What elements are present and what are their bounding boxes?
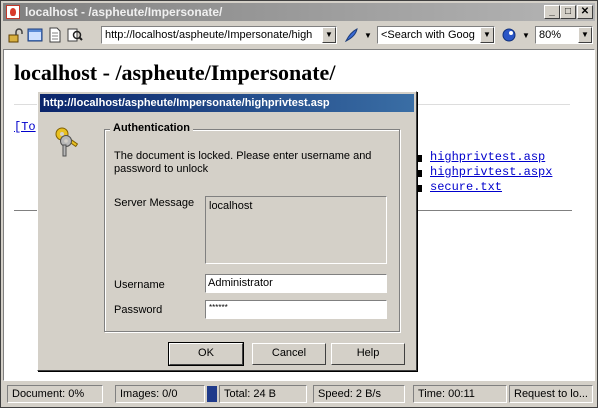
status-total: Total: 24 B xyxy=(219,385,307,403)
document-icon[interactable] xyxy=(47,27,63,43)
unlock-icon[interactable] xyxy=(7,27,23,43)
help-button[interactable]: Help xyxy=(331,343,405,365)
close-button[interactable]: ✕ xyxy=(577,5,593,19)
file-link-highprivtest-aspx[interactable]: highprivtest.aspx xyxy=(430,165,552,179)
chevron-down-icon[interactable]: ▼ xyxy=(322,27,336,43)
opera-icon xyxy=(6,5,20,19)
password-field[interactable]: ****** xyxy=(205,300,387,319)
status-time: Time: 00:11 xyxy=(413,385,507,403)
status-bar: Document: 0% Images: 0/0 Total: 24 B Spe… xyxy=(3,384,595,404)
list-bullet xyxy=(418,185,422,192)
server-message-label: Server Message xyxy=(114,197,195,209)
server-message-box: localhost xyxy=(205,196,387,264)
lock-message: The document is locked. Please enter use… xyxy=(114,150,372,175)
chevron-down-icon[interactable]: ▼ xyxy=(578,27,592,43)
chevron-down-icon[interactable]: ▼ xyxy=(364,31,372,40)
address-field[interactable]: http://localhost/aspheute/Impersonate/hi… xyxy=(101,26,337,44)
dialog-title: http://localhost/aspheute/Impersonate/hi… xyxy=(40,94,414,112)
status-request: Request to lo... xyxy=(509,385,593,403)
zoom-value: 80% xyxy=(539,29,562,41)
search-page-icon[interactable] xyxy=(67,27,83,43)
server-message-value: localhost xyxy=(209,200,253,212)
title-bar: localhost - /aspheute/Impersonate/ _ □ ✕ xyxy=(3,3,595,21)
window-title: localhost - /aspheute/Impersonate/ xyxy=(25,5,223,19)
group-label: Authentication xyxy=(110,122,193,134)
chevron-down-icon[interactable]: ▼ xyxy=(480,27,494,43)
username-field[interactable] xyxy=(205,274,387,293)
file-link-highprivtest-asp[interactable]: highprivtest.asp xyxy=(430,150,545,164)
chevron-down-icon[interactable]: ▼ xyxy=(522,31,530,40)
status-images: Images: 0/0 xyxy=(115,385,205,403)
maximize-button[interactable]: □ xyxy=(560,5,576,19)
feather-icon[interactable] xyxy=(343,27,359,43)
cancel-button[interactable]: Cancel xyxy=(252,343,326,365)
search-placeholder: <Search with Goog xyxy=(381,29,475,41)
username-label: Username xyxy=(114,279,165,291)
file-link-secure-txt[interactable]: secure.txt xyxy=(430,180,502,194)
list-bullet xyxy=(418,170,422,177)
password-label: Password xyxy=(114,304,163,316)
status-document: Document: 0% xyxy=(7,385,103,403)
page-title: localhost - /aspheute/Impersonate/ xyxy=(14,60,336,85)
ok-button[interactable]: OK xyxy=(168,342,244,366)
username-input[interactable] xyxy=(206,275,386,291)
authentication-dialog: http://localhost/aspheute/Impersonate/hi… xyxy=(37,91,417,371)
search-field[interactable]: <Search with Goog ▼ xyxy=(377,26,495,44)
window-icon[interactable] xyxy=(27,27,43,43)
keys-icon xyxy=(55,127,79,157)
progress-indicator xyxy=(207,386,217,402)
parent-directory-link[interactable]: [To xyxy=(14,120,36,134)
address-value: http://localhost/aspheute/Impersonate/hi… xyxy=(105,29,313,41)
password-mask: ****** xyxy=(209,303,228,312)
minimize-button[interactable]: _ xyxy=(544,5,560,19)
toolbar: http://localhost/aspheute/Impersonate/hi… xyxy=(3,23,595,47)
list-bullet xyxy=(418,155,422,162)
search-engine-icon[interactable] xyxy=(501,27,517,43)
status-speed: Speed: 2 B/s xyxy=(313,385,405,403)
zoom-select[interactable]: 80% ▼ xyxy=(535,26,593,44)
